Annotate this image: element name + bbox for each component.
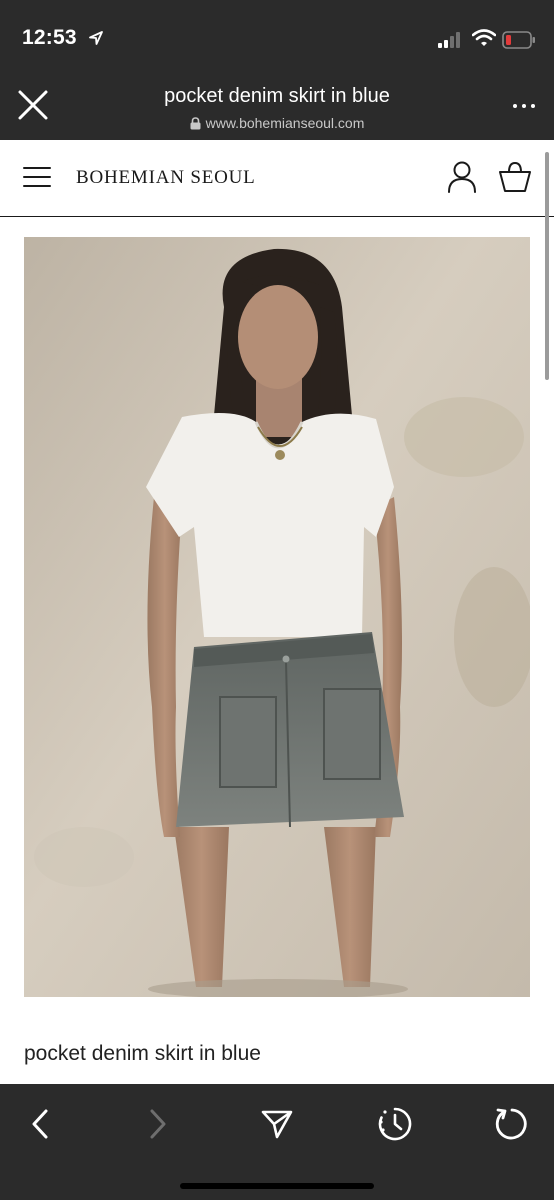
status-time: 12:53 [22,26,77,49]
close-button[interactable] [14,86,52,124]
more-dots-icon [513,104,517,108]
share-button[interactable] [255,1102,299,1146]
reload-icon [495,1108,527,1140]
reload-button[interactable] [490,1102,534,1146]
location-arrow-icon [89,31,103,45]
status-bar: 12:53 [0,0,554,72]
cart-button[interactable] [498,160,532,199]
wifi-icon [472,29,496,46]
account-button[interactable] [446,160,478,199]
signal-icon [438,32,460,48]
share-icon [261,1110,293,1139]
browser-header: pocket denim skirt in blue www.bohemians… [0,72,554,140]
back-icon [32,1109,48,1139]
menu-button[interactable] [22,165,52,189]
brand-logo[interactable]: BOHEMIAN SEOUL [76,167,256,189]
hamburger-icon [23,167,51,187]
product-photo [24,237,530,997]
site-header: BOHEMIAN SEOUL [0,140,554,217]
back-button[interactable] [18,1102,62,1146]
more-options-button[interactable] [504,94,544,118]
product-image[interactable] [24,237,530,997]
page-title: pocket denim skirt in blue [164,85,390,107]
battery-low-icon [502,31,535,49]
cart-icon [499,161,531,192]
home-indicator[interactable] [180,1183,374,1189]
url-text: www.bohemianseoul.com [205,115,365,131]
lock-icon [190,116,201,129]
url-display[interactable]: www.bohemianseoul.com [100,115,454,131]
history-button[interactable] [373,1102,417,1146]
page-scrollbar[interactable] [545,152,549,380]
product-name[interactable]: pocket denim skirt in blue [24,1042,261,1066]
forward-button[interactable] [136,1102,180,1146]
forward-icon [150,1109,166,1139]
close-icon [18,90,48,120]
history-icon [378,1107,412,1141]
account-icon [448,161,476,193]
